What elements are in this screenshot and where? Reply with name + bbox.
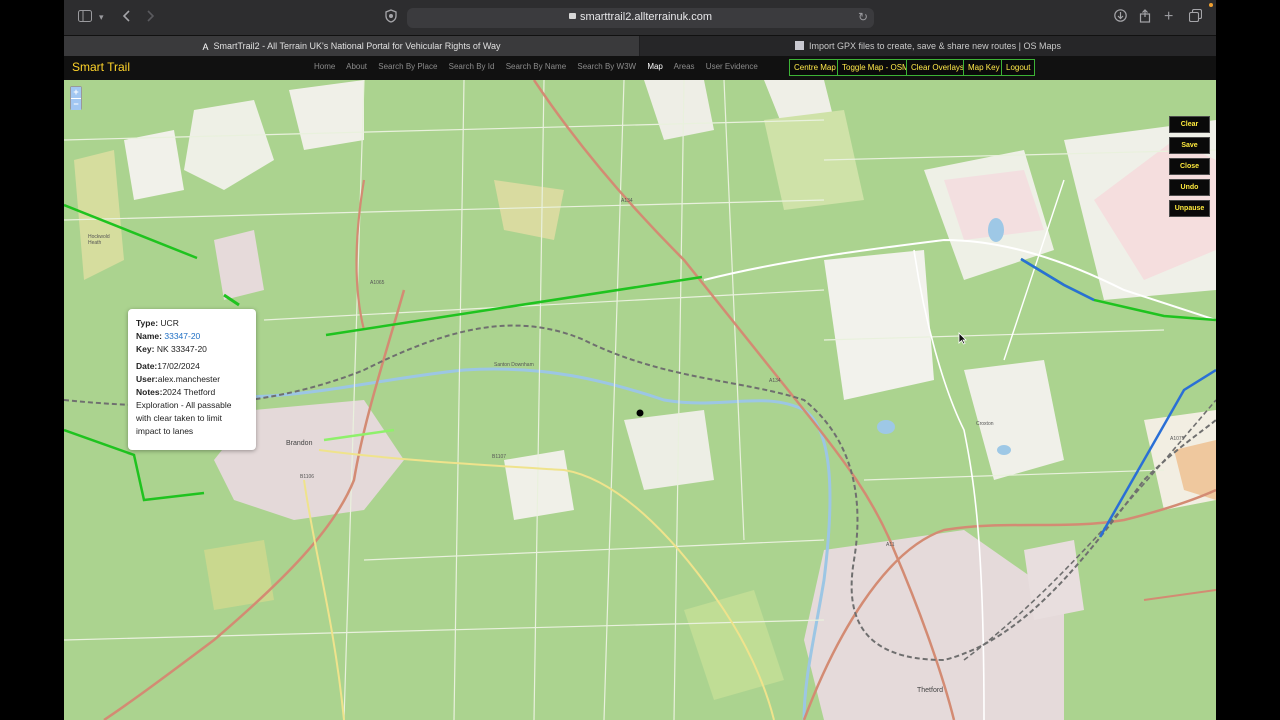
nav-areas[interactable]: Areas	[674, 62, 695, 71]
lake	[877, 420, 895, 434]
download-icon[interactable]	[1114, 9, 1127, 25]
smarttrail-favicon-icon: A	[202, 42, 209, 52]
address-bar[interactable]: smarttrail2.allterrainuk.com ↻	[407, 8, 874, 28]
url-text: smarttrail2.allterrainuk.com	[579, 11, 713, 23]
sidebar-icon[interactable]	[78, 9, 92, 25]
toggle-map-button[interactable]: Toggle Map - OSM	[837, 59, 914, 76]
notification-dot	[1209, 3, 1213, 7]
user-label: User:	[136, 374, 158, 384]
marker-dot	[636, 409, 644, 417]
zoom-control: + −	[70, 86, 82, 110]
unpause-button[interactable]: Unpause	[1169, 200, 1210, 217]
tab-smarttrail[interactable]: A SmartTrail2 - All Terrain UK's National…	[64, 36, 639, 56]
type-value: UCR	[160, 318, 179, 328]
route-info-popup: Type: UCR Name: 33347-20 Key: NK 33347-2…	[128, 309, 256, 450]
label-a11: A11	[886, 542, 895, 548]
label-brandon: Brandon	[286, 440, 313, 447]
logout-button[interactable]: Logout	[1001, 59, 1036, 76]
heath-patch	[204, 540, 274, 610]
os-maps-favicon-icon	[795, 41, 805, 50]
field-patch	[124, 130, 184, 200]
date-label: Date:	[136, 361, 158, 371]
map-canvas[interactable]: Brandon Thetford A134 A134 A1065 A11 B11…	[64, 80, 1216, 720]
nav-search-by-name[interactable]: Search By Name	[506, 62, 566, 71]
site-navbar: Smart Trail Home About Search By Place S…	[64, 56, 1216, 80]
nav-search-by-place[interactable]: Search By Place	[378, 62, 437, 71]
key-value: NK 33347-20	[156, 344, 207, 354]
nav-links: Home About Search By Place Search By Id …	[314, 62, 767, 71]
reload-icon[interactable]: ↻	[858, 10, 868, 24]
key-label: Key:	[136, 344, 155, 354]
nav-map[interactable]: Map	[647, 62, 663, 71]
zoom-out-button[interactable]: −	[71, 99, 81, 110]
label-santon: Santon Downham	[494, 362, 534, 368]
tab-os-maps[interactable]: Import GPX files to create, save & share…	[640, 36, 1216, 56]
name-label: Name:	[136, 331, 162, 341]
lake	[997, 445, 1011, 455]
save-button[interactable]: Save	[1169, 137, 1210, 154]
type-label: Type:	[136, 318, 159, 328]
browser-window: ▾ smarttrail2.allterrainuk.com ↻ + A Smar…	[64, 0, 1216, 720]
label-thetford: Thetford	[917, 687, 944, 694]
shield-icon[interactable]	[385, 9, 397, 25]
label-a134: A134	[621, 198, 633, 204]
close-button[interactable]: Close	[1169, 158, 1210, 175]
new-tab-icon[interactable]: +	[1164, 9, 1173, 25]
undo-button[interactable]: Undo	[1169, 179, 1210, 196]
back-icon[interactable]	[122, 9, 130, 25]
nav-about[interactable]: About	[346, 62, 367, 71]
chevron-down-icon[interactable]: ▾	[99, 9, 104, 25]
forward-icon[interactable]	[147, 9, 155, 25]
label-b1107: B1107	[492, 454, 507, 460]
label-b1106: B1106	[300, 474, 315, 480]
label-a1075: A1075	[1170, 436, 1185, 442]
zoom-in-button[interactable]: +	[71, 87, 81, 98]
lake	[988, 218, 1004, 242]
browser-toolbar: ▾ smarttrail2.allterrainuk.com ↻ +	[64, 0, 1216, 35]
share-icon[interactable]	[1139, 9, 1151, 25]
lock-icon	[568, 13, 576, 19]
centre-map-button[interactable]: Centre Map	[789, 59, 841, 76]
label-a134-2: A134	[769, 378, 781, 384]
nav-search-by-id[interactable]: Search By Id	[449, 62, 495, 71]
clear-overlays-button[interactable]: Clear Overlays	[906, 59, 969, 76]
notes-label: Notes:	[136, 387, 163, 397]
label-a1065: A1065	[370, 280, 385, 286]
mouse-cursor-icon	[958, 332, 967, 350]
name-link[interactable]: 33347-20	[164, 331, 200, 341]
tab-overview-icon[interactable]	[1188, 8, 1203, 25]
nav-search-by-w3w[interactable]: Search By W3W	[577, 62, 636, 71]
label-croxton: Croxton	[976, 421, 994, 427]
nav-home[interactable]: Home	[314, 62, 335, 71]
field-patch	[504, 450, 574, 520]
tab-bar: A SmartTrail2 - All Terrain UK's National…	[64, 35, 1216, 56]
tab-title: SmartTrail2 - All Terrain UK's National …	[213, 41, 501, 51]
tab-title: Import GPX files to create, save & share…	[809, 41, 1061, 51]
label-hockwold: Hockwold Heath	[88, 234, 110, 246]
site-brand[interactable]: Smart Trail	[72, 60, 130, 74]
date-value: 17/02/2024	[157, 361, 200, 371]
user-value: alex.manchester	[157, 374, 221, 384]
clear-button[interactable]: Clear	[1169, 116, 1210, 133]
nav-user-evidence[interactable]: User Evidence	[706, 62, 758, 71]
map-key-button[interactable]: Map Key	[963, 59, 1005, 76]
